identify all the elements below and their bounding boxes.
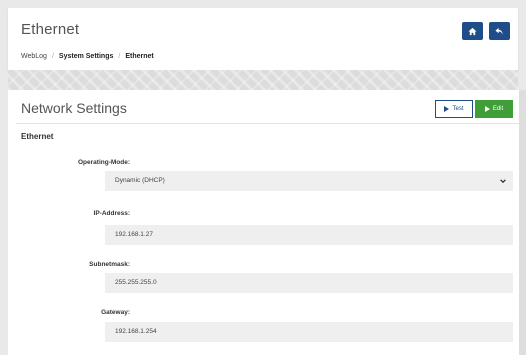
page-edge: [519, 90, 526, 355]
home-button[interactable]: [462, 22, 483, 40]
edit-button-label: Edit: [492, 106, 504, 112]
edit-button[interactable]: Edit: [475, 100, 513, 118]
page-header: Ethernet WebLog / System Settings / Ethernet: [8, 8, 518, 70]
test-button[interactable]: Test: [435, 100, 473, 118]
play-icon: [484, 106, 490, 112]
panel-divider: [16, 123, 520, 124]
subnetmask-label: Subnetmask:: [89, 261, 130, 268]
test-button-label: Test: [452, 106, 464, 112]
breadcrumb-separator: /: [118, 53, 121, 60]
breadcrumb-ethernet: Ethernet: [125, 53, 154, 60]
ip-address-label: IP-Address:: [93, 210, 130, 217]
subnetmask-field[interactable]: 255.255.255.0: [105, 273, 513, 293]
gateway-label: Gateway:: [101, 309, 130, 316]
ip-address-field[interactable]: 192.168.1.27: [105, 225, 513, 245]
network-settings-panel: Network Settings Test Edit Ethernet Oper…: [8, 90, 520, 355]
play-icon: [444, 106, 450, 112]
gateway-field[interactable]: 192.168.1.254: [105, 322, 513, 342]
operating-mode-label: Operating-Mode:: [78, 159, 130, 166]
back-arrow-icon: [495, 27, 503, 35]
chevron-down-icon: [500, 179, 506, 184]
panel-title: Network Settings: [21, 100, 127, 116]
breadcrumb-system-settings[interactable]: System Settings: [59, 53, 113, 60]
breadcrumb-weblog[interactable]: WebLog: [21, 53, 47, 60]
operating-mode-select[interactable]: Dynamic (DHCP): [105, 171, 513, 191]
breadcrumb-separator: /: [51, 53, 54, 60]
page-title: Ethernet: [21, 21, 80, 38]
operating-mode-value: Dynamic (DHCP): [115, 177, 165, 184]
breadcrumb: WebLog / System Settings / Ethernet: [21, 53, 154, 60]
home-icon: [468, 27, 477, 35]
section-title-ethernet: Ethernet: [21, 132, 54, 141]
back-button[interactable]: [489, 22, 510, 40]
decorative-pattern-band: [8, 70, 518, 90]
